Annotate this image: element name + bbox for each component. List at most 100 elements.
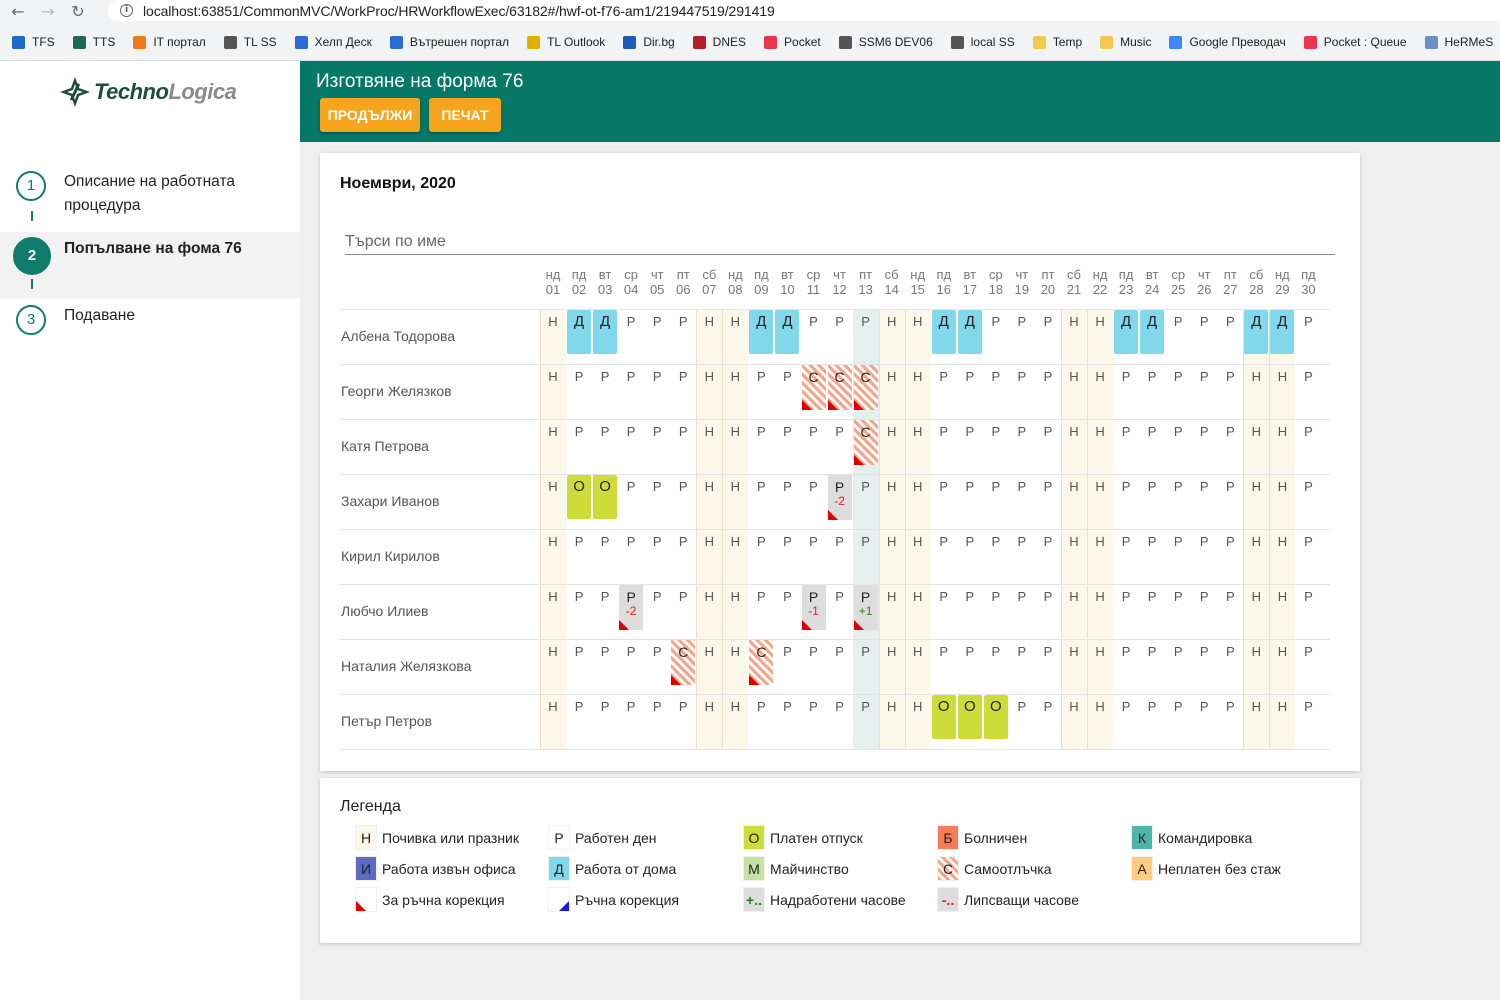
day-cell[interactable]: Н xyxy=(541,365,565,410)
day-cell[interactable]: Р xyxy=(828,640,852,685)
info-icon[interactable]: i xyxy=(120,4,133,17)
day-cell[interactable]: Д xyxy=(775,310,800,354)
day-cell[interactable]: Р xyxy=(749,585,773,630)
day-cell[interactable]: Р xyxy=(1114,420,1138,465)
day-cell[interactable]: Р xyxy=(1114,365,1138,410)
bookmark-item[interactable]: Music xyxy=(1100,35,1151,49)
day-cell[interactable]: Р xyxy=(619,530,643,575)
day-cell[interactable]: Н xyxy=(1270,365,1294,410)
day-cell[interactable]: Н xyxy=(1270,475,1294,520)
day-cell[interactable]: Р xyxy=(854,310,878,355)
day-cell[interactable]: Р xyxy=(1036,310,1060,355)
day-cell[interactable]: Р xyxy=(1218,695,1242,740)
day-cell[interactable]: Н xyxy=(723,530,747,575)
step-3[interactable]: 3 Подаване xyxy=(0,299,300,343)
day-cell[interactable]: Р xyxy=(1166,310,1190,355)
day-cell[interactable]: Р xyxy=(1036,365,1060,410)
day-cell[interactable]: Р xyxy=(1036,475,1060,520)
day-cell[interactable]: Н xyxy=(1244,695,1268,740)
day-cell[interactable]: Д xyxy=(749,310,774,354)
day-cell[interactable]: Р xyxy=(958,420,982,465)
day-cell[interactable]: Н xyxy=(906,475,930,520)
day-cell[interactable]: Н xyxy=(697,310,721,355)
day-cell[interactable]: Н xyxy=(697,640,721,685)
day-cell[interactable]: Р xyxy=(1140,475,1164,520)
day-cell[interactable]: С xyxy=(671,640,696,685)
day-cell[interactable]: Р xyxy=(1218,365,1242,410)
day-cell[interactable]: Д xyxy=(1114,310,1139,354)
day-cell[interactable]: Р xyxy=(1296,420,1320,465)
day-cell[interactable]: С xyxy=(853,420,878,465)
day-cell[interactable]: Н xyxy=(1062,475,1086,520)
day-cell[interactable]: О xyxy=(957,695,982,739)
day-cell[interactable]: Н xyxy=(541,585,565,630)
day-cell[interactable]: Р xyxy=(854,530,878,575)
day-cell[interactable]: Р xyxy=(1114,640,1138,685)
day-cell[interactable]: Р xyxy=(802,475,826,520)
day-cell[interactable]: О xyxy=(567,475,592,519)
day-cell[interactable]: Н xyxy=(1062,530,1086,575)
day-cell[interactable]: Н xyxy=(906,640,930,685)
day-cell[interactable]: Р xyxy=(645,420,669,465)
day-cell[interactable]: Р xyxy=(1010,475,1034,520)
day-cell[interactable]: Р -1 xyxy=(801,585,826,630)
day-cell[interactable]: Н xyxy=(1088,585,1112,630)
day-cell[interactable]: Н xyxy=(697,530,721,575)
day-cell[interactable]: Н xyxy=(697,585,721,630)
day-cell[interactable]: Н xyxy=(1270,530,1294,575)
day-cell[interactable]: Р xyxy=(645,695,669,740)
day-cell[interactable]: Р xyxy=(1010,585,1034,630)
day-cell[interactable]: Н xyxy=(880,530,904,575)
day-cell[interactable]: Р xyxy=(567,365,591,410)
day-cell[interactable]: Н xyxy=(1062,310,1086,355)
day-cell[interactable]: Н xyxy=(541,530,565,575)
day-cell[interactable]: Д xyxy=(931,310,956,354)
day-cell[interactable]: Н xyxy=(723,585,747,630)
day-cell[interactable]: Р xyxy=(1218,475,1242,520)
day-cell[interactable]: Р xyxy=(1114,695,1138,740)
day-cell[interactable]: Р xyxy=(671,585,695,630)
day-cell[interactable]: Р xyxy=(1036,695,1060,740)
day-cell[interactable]: Р xyxy=(854,695,878,740)
day-cell[interactable]: Н xyxy=(1088,640,1112,685)
day-cell[interactable]: Р xyxy=(932,640,956,685)
day-cell[interactable]: Р xyxy=(1296,530,1320,575)
day-cell[interactable]: Р xyxy=(1218,310,1242,355)
day-cell[interactable]: Р xyxy=(671,530,695,575)
bookmark-item[interactable]: TFS xyxy=(12,35,55,49)
day-cell[interactable]: Р xyxy=(1166,640,1190,685)
day-cell[interactable]: Р xyxy=(958,640,982,685)
bookmark-item[interactable]: Temp xyxy=(1032,35,1082,49)
day-cell[interactable]: Н xyxy=(1244,365,1268,410)
day-cell[interactable]: Р xyxy=(802,530,826,575)
day-cell[interactable]: Р xyxy=(671,420,695,465)
bookmark-item[interactable]: Google Преводач xyxy=(1169,35,1286,49)
day-cell[interactable]: Р xyxy=(932,475,956,520)
day-cell[interactable]: Р xyxy=(1140,420,1164,465)
bookmark-item[interactable]: TTS xyxy=(72,35,115,49)
address-bar[interactable]: i localhost:63851/CommonMVC/WorkProc/HRW… xyxy=(108,0,1500,21)
day-cell[interactable]: Р xyxy=(958,475,982,520)
day-cell[interactable]: Р xyxy=(1010,695,1034,740)
day-cell[interactable]: Р xyxy=(958,365,982,410)
day-cell[interactable]: О xyxy=(931,695,956,739)
search-input[interactable] xyxy=(345,229,1335,255)
day-cell[interactable]: Н xyxy=(880,420,904,465)
day-cell[interactable]: Н xyxy=(880,365,904,410)
day-cell[interactable]: Р xyxy=(567,695,591,740)
day-cell[interactable]: Н xyxy=(723,475,747,520)
day-cell[interactable]: Р xyxy=(749,695,773,740)
forward-arrow-icon[interactable]: → xyxy=(36,2,60,21)
day-cell[interactable]: Р xyxy=(1036,640,1060,685)
day-cell[interactable]: Р xyxy=(1036,420,1060,465)
day-cell[interactable]: Р xyxy=(1036,585,1060,630)
day-cell[interactable]: Р xyxy=(775,475,799,520)
day-cell[interactable]: Н xyxy=(1062,640,1086,685)
day-cell[interactable]: Р xyxy=(984,365,1008,410)
day-cell[interactable]: Р xyxy=(1296,365,1320,410)
day-cell[interactable]: Р xyxy=(984,475,1008,520)
day-cell[interactable]: Н xyxy=(697,695,721,740)
day-cell[interactable]: Р xyxy=(984,640,1008,685)
day-cell[interactable]: Р -2 xyxy=(827,475,852,520)
day-cell[interactable]: Н xyxy=(1270,695,1294,740)
